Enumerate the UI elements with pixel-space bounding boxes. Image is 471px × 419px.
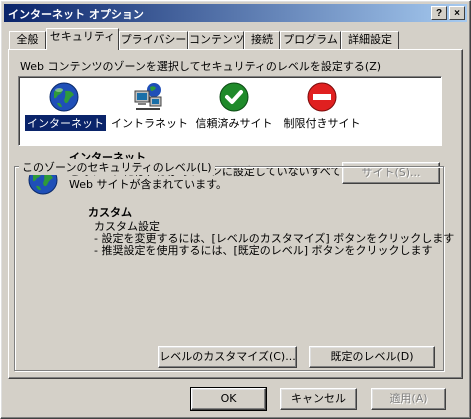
tab-security[interactable]: セキュリティ [46,28,119,50]
security-level-group: このゾーンのセキュリティのレベル(L) カスタム カスタム設定 - 設定を変更す… [14,159,454,371]
zone-label-intranet: イントラネット [111,117,188,130]
security-level-group-title: このゾーンのセキュリティのレベル(L) [19,159,215,175]
tab-content[interactable]: コンテンツ [188,31,244,49]
title-bar[interactable]: インターネット オプション ? × [4,4,467,22]
zone-label-trusted: 信頼済みサイト [195,117,273,130]
tab-privacy[interactable]: プライバシー [119,31,188,49]
zone-label-internet: インターネット [24,114,107,132]
ok-button[interactable]: OK [190,387,267,411]
default-level-button[interactable]: 既定のレベル(D) [309,346,435,368]
zone-label-restricted: 制限付きサイト [283,117,361,130]
tab-advanced[interactable]: 詳細設定 [341,31,399,49]
zone-list[interactable]: インターネット イントラネット 信頼済みサイト 制限付きサイト [18,76,442,146]
zone-prompt: Web コンテンツのゾーンを選択してセキュリティのレベルを設定する(Z) [20,60,382,73]
help-button[interactable]: ? [431,6,447,20]
customize-level-button[interactable]: レベルのカスタマイズ(C)... [158,346,297,368]
zone-intranet[interactable]: イントラネット [109,81,188,131]
checkmark-icon [219,82,249,112]
restricted-icon [307,82,337,112]
zone-internet[interactable]: インターネット [24,81,107,132]
zone-restricted[interactable]: 制限付きサイト [277,81,367,131]
globe-icon [49,82,79,112]
security-level-bullet2: - 推奨設定を使用するには、[既定のレベル] ボタンをクリックします [94,244,433,257]
network-computer-icon [134,83,162,110]
cancel-button[interactable]: キャンセル [280,388,357,410]
tab-programs[interactable]: プログラム [280,31,341,49]
tab-connections[interactable]: 接続 [244,31,280,49]
window-title: インターネット オプション [8,8,144,21]
tab-general[interactable]: 全般 [9,31,46,49]
zone-trusted[interactable]: 信頼済みサイト [189,81,279,131]
close-button[interactable]: × [449,6,465,20]
apply-button[interactable]: 適用(A) [371,388,446,410]
internet-options-dialog: インターネット オプション ? × 全般 セキュリティ プライバシー コンテンツ… [0,0,471,419]
